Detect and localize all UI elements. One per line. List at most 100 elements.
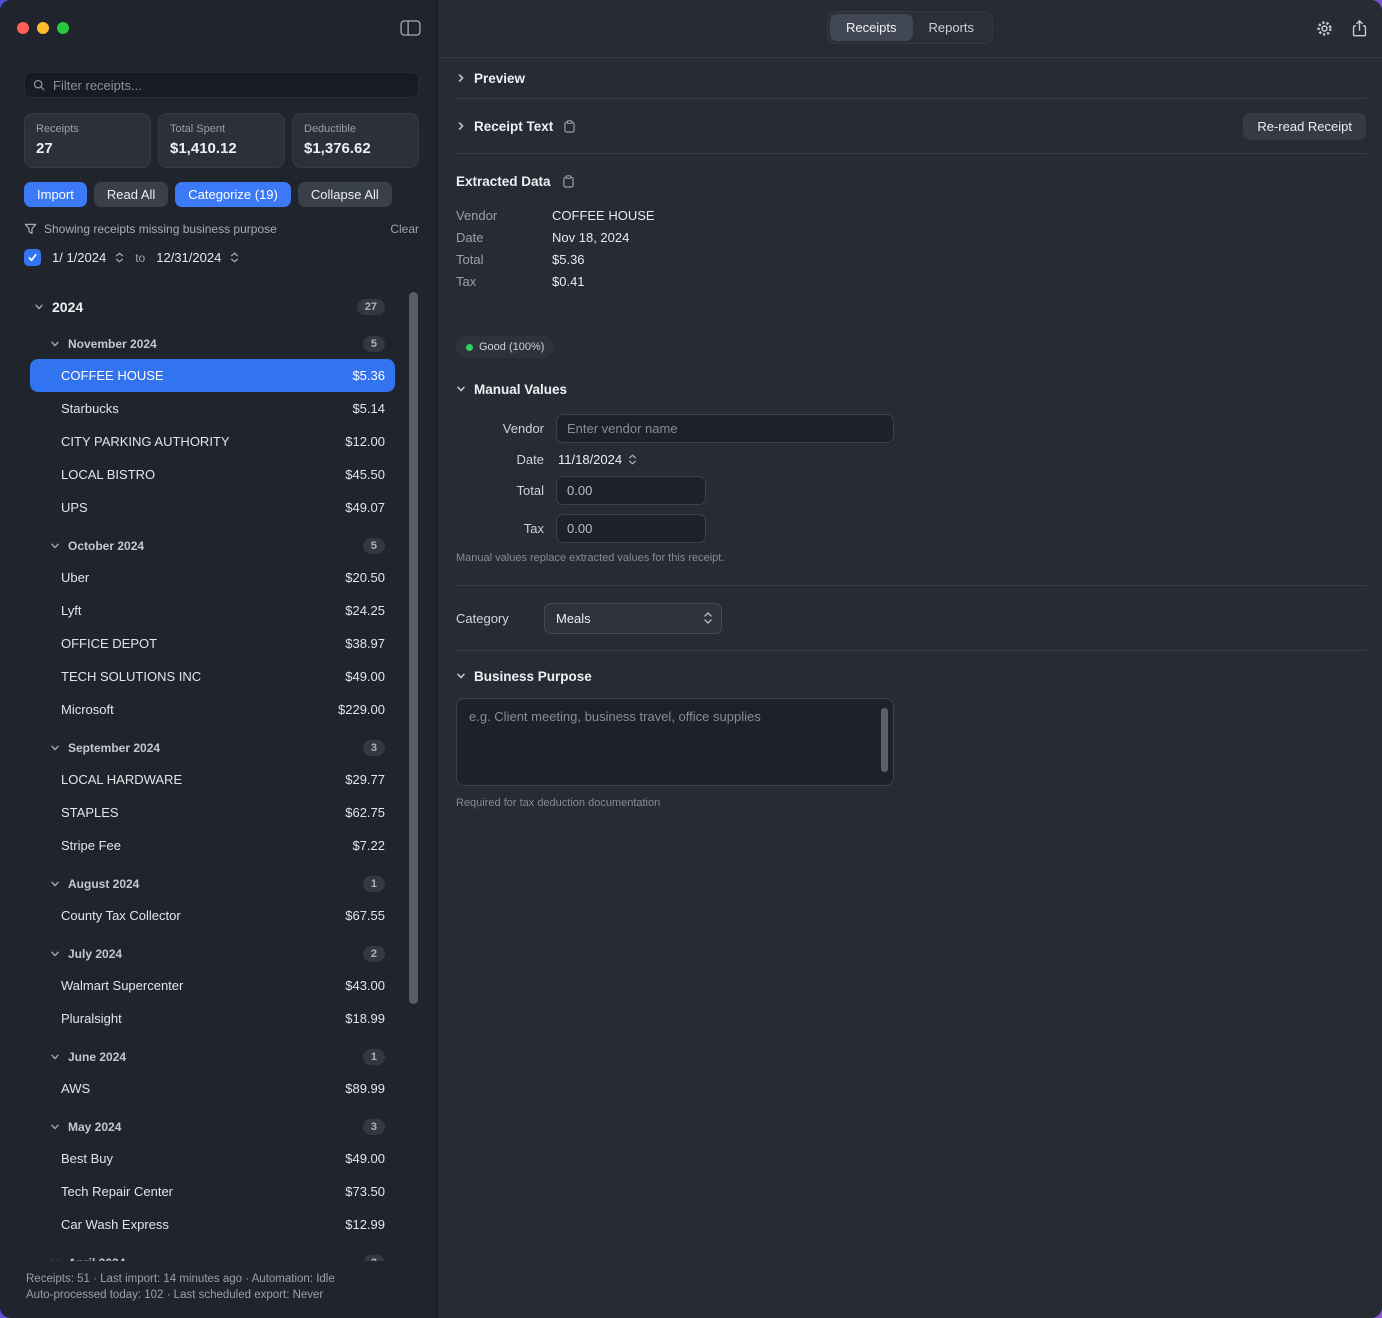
- receipt-row[interactable]: Starbucks$5.14: [30, 392, 395, 425]
- count-badge: 3: [363, 1119, 385, 1135]
- receipt-row[interactable]: OFFICE DEPOT$38.97: [30, 627, 395, 660]
- receipt-row[interactable]: AWS$89.99: [30, 1072, 395, 1105]
- month-group-header[interactable]: August 20241: [30, 868, 395, 899]
- business-purpose-header[interactable]: Business Purpose: [456, 667, 1366, 685]
- receipt-row[interactable]: TECH SOLUTIONS INC$49.00: [30, 660, 395, 693]
- manual-values-note: Manual values replace extracted values f…: [456, 552, 1366, 564]
- desktop-background: Receipts 27 Total Spent $1,410.12 Deduct…: [0, 0, 1382, 1318]
- search-input[interactable]: [51, 77, 410, 94]
- main-panel: Receipts Reports Preview: [438, 0, 1382, 1318]
- extracted-value: $0.41: [552, 274, 585, 289]
- read-all-button[interactable]: Read All: [94, 182, 168, 207]
- receipt-row[interactable]: County Tax Collector$67.55: [30, 899, 395, 932]
- receipt-row[interactable]: CITY PARKING AUTHORITY$12.00: [30, 425, 395, 458]
- month-group-header[interactable]: November 20245: [30, 328, 395, 359]
- manual-values-header[interactable]: Manual Values: [456, 380, 1366, 398]
- chevron-down-icon: [50, 1052, 60, 1062]
- date-to-value[interactable]: 12/31/2024: [156, 250, 221, 265]
- receipt-row[interactable]: COFFEE HOUSE$5.36: [30, 359, 395, 392]
- total-input[interactable]: [556, 476, 706, 505]
- date-from-stepper[interactable]: [115, 252, 124, 263]
- reread-receipt-button[interactable]: Re-read Receipt: [1243, 113, 1366, 140]
- category-label: Category: [456, 611, 544, 626]
- year-group-header[interactable]: 202427: [30, 292, 395, 322]
- category-dropdown[interactable]: Meals: [544, 603, 722, 634]
- month-group-header[interactable]: July 20242: [30, 938, 395, 969]
- receipt-row[interactable]: Tech Repair Center$73.50: [30, 1175, 395, 1208]
- status-line-2: Auto-processed today: 102 · Last schedul…: [26, 1287, 419, 1304]
- receipt-amount: $62.75: [345, 805, 385, 820]
- receipt-row[interactable]: UPS$49.07: [30, 491, 395, 524]
- receipt-row[interactable]: LOCAL BISTRO$45.50: [30, 458, 395, 491]
- date-stepper[interactable]: [628, 454, 637, 465]
- receipt-row[interactable]: Uber$20.50: [30, 561, 395, 594]
- stat-card-total-spent: Total Spent $1,410.12: [158, 113, 285, 168]
- receipt-row[interactable]: LOCAL HARDWARE$29.77: [30, 763, 395, 796]
- receipt-vendor: Microsoft: [61, 702, 114, 717]
- copy-receipt-text-icon[interactable]: [564, 120, 575, 133]
- receipt-vendor: AWS: [61, 1081, 90, 1096]
- close-button[interactable]: [17, 22, 29, 34]
- confidence-badge: Good (100%): [456, 336, 554, 358]
- receipt-vendor: OFFICE DEPOT: [61, 636, 157, 651]
- month-group-header[interactable]: October 20245: [30, 530, 395, 561]
- receipt-amount: $73.50: [345, 1184, 385, 1199]
- stat-label: Deductible: [304, 123, 407, 135]
- search-field[interactable]: [24, 72, 419, 98]
- date-from-value[interactable]: 1/ 1/2024: [52, 250, 106, 265]
- zoom-button[interactable]: [57, 22, 69, 34]
- month-group-header[interactable]: May 2024 3: [30, 1111, 395, 1142]
- business-purpose-textarea[interactable]: e.g. Client meeting, business travel, of…: [456, 698, 894, 786]
- month-group-header[interactable]: September 20243: [30, 732, 395, 763]
- tax-input[interactable]: [556, 514, 706, 543]
- preview-section-header[interactable]: Preview: [456, 58, 1366, 98]
- share-icon[interactable]: [1351, 19, 1368, 38]
- tab-reports[interactable]: Reports: [913, 14, 991, 41]
- clear-filter-link[interactable]: Clear: [390, 222, 419, 236]
- receipt-row[interactable]: Lyft$24.25: [30, 594, 395, 627]
- receipt-row[interactable]: STAPLES $62.75: [30, 796, 395, 829]
- business-purpose-section: Business Purpose e.g. Client meeting, bu…: [456, 667, 1366, 809]
- receipt-row[interactable]: Stripe Fee$7.22: [30, 829, 395, 862]
- date-to-stepper[interactable]: [230, 252, 239, 263]
- month-group-header[interactable]: April 20242: [30, 1247, 395, 1261]
- receipt-amount: $43.00: [345, 978, 385, 993]
- copy-extracted-data-icon[interactable]: [563, 175, 574, 188]
- extracted-row: Tax$0.41: [456, 270, 1366, 292]
- receipt-vendor: TECH SOLUTIONS INC: [61, 669, 201, 684]
- import-button[interactable]: Import: [24, 182, 87, 207]
- textarea-scrollbar[interactable]: [881, 708, 888, 772]
- date-input[interactable]: 11/18/2024: [558, 452, 622, 467]
- settings-gear-icon[interactable]: [1315, 19, 1334, 38]
- month-label: September 2024: [68, 741, 160, 755]
- date-filter-checkbox[interactable]: [24, 249, 41, 266]
- minimize-button[interactable]: [37, 22, 49, 34]
- categorize-button[interactable]: Categorize (19): [175, 182, 291, 207]
- receipt-vendor: STAPLES: [61, 805, 119, 820]
- view-segmented-control: Receipts Reports: [827, 11, 993, 44]
- receipt-row[interactable]: Microsoft$229.00: [30, 693, 395, 726]
- divider: [456, 153, 1366, 154]
- extracted-label: Tax: [456, 274, 552, 289]
- month-label: May 2024: [68, 1120, 121, 1134]
- chevron-down-icon: [50, 743, 60, 753]
- count-badge: 1: [363, 1049, 385, 1065]
- vendor-input[interactable]: [556, 414, 894, 443]
- tab-receipts[interactable]: Receipts: [830, 14, 913, 41]
- main-toolbar: Receipts Reports: [438, 0, 1382, 58]
- extracted-label: Date: [456, 230, 552, 245]
- receipt-text-section-header[interactable]: Receipt Text Re-read Receipt: [456, 99, 1366, 153]
- stat-label: Total Spent: [170, 123, 273, 135]
- receipt-row[interactable]: Walmart Supercenter$43.00: [30, 969, 395, 1002]
- month-group-header[interactable]: June 20241: [30, 1041, 395, 1072]
- receipt-list-scrollbar[interactable]: [409, 292, 418, 1004]
- receipt-row[interactable]: Car Wash Express$12.99: [30, 1208, 395, 1241]
- receipt-row[interactable]: Best Buy$49.00: [30, 1142, 395, 1175]
- filter-icon: [24, 223, 37, 235]
- collapse-all-button[interactable]: Collapse All: [298, 182, 392, 207]
- receipt-vendor: Lyft: [61, 603, 81, 618]
- sidebar-toggle-icon[interactable]: [400, 20, 421, 36]
- receipt-amount: $7.22: [352, 838, 385, 853]
- receipt-row[interactable]: Pluralsight$18.99: [30, 1002, 395, 1035]
- receipt-vendor: Uber: [61, 570, 89, 585]
